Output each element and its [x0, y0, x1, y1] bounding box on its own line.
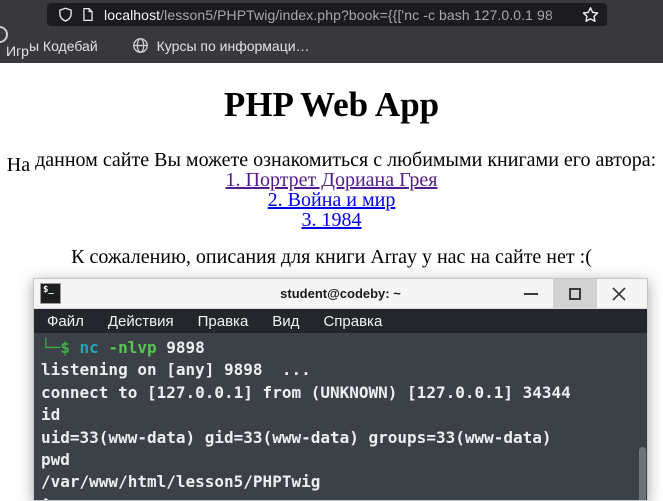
prompt-symbol: └─$	[41, 338, 80, 357]
bookmark-label-part1: Игр	[6, 42, 29, 59]
terminal-scrollbar[interactable]	[639, 447, 646, 500]
star-icon	[582, 7, 599, 23]
bookmark-item-kodeby[interactable]: Игры Кодебай	[6, 37, 98, 59]
menu-view[interactable]: Вид	[272, 313, 299, 330]
book-link-2[interactable]: 2. Война и мир	[268, 189, 396, 211]
book-link-line: 3. 1984	[0, 210, 663, 230]
terminal-menubar: Файл Действия Правка Вид Справка	[34, 309, 647, 333]
terminal-output-line: pwd	[41, 450, 70, 470]
url-domain: localhost	[104, 6, 161, 23]
not-found-message: К сожалению, описания для книги Array у …	[71, 246, 592, 268]
menu-edit[interactable]: Правка	[198, 313, 249, 330]
terminal-output-line: Ac	[41, 494, 647, 500]
intro-rest: данном сайте Вы можете ознакомиться с лю…	[30, 149, 657, 171]
url-text[interactable]: localhost/lesson5/PHPTwig/index.php?book…	[104, 6, 576, 23]
close-icon	[612, 286, 626, 301]
bookmarks-bar: Игры Кодебай Курсы по информаци…	[0, 28, 663, 63]
book-link-line: 1. Портрет Дориана Грея	[0, 170, 663, 190]
globe-icon	[132, 38, 148, 53]
terminal-prompt-line: └─$ nc -nlvp 9898	[41, 337, 647, 359]
screen: localhost/lesson5/PHPTwig/index.php?book…	[0, 0, 663, 501]
terminal-output-line: connect to [127.0.0.1] from (UNKNOWN) [1…	[41, 382, 571, 402]
close-button[interactable]	[597, 279, 641, 308]
address-bar[interactable]: localhost/lesson5/PHPTwig/index.php?book…	[47, 3, 607, 26]
terminal-output-line: id	[41, 405, 61, 425]
terminal-window: $_ student@codeby: ~ Файл Действия Правк…	[33, 278, 648, 501]
book-link-line: 2. Война и мир	[0, 190, 663, 210]
terminal-output-line: /var/www/html/lesson5/PHPTwig	[41, 472, 321, 492]
command-nc: nc	[79, 338, 109, 357]
command-flags: -nlvp	[108, 338, 167, 357]
page-title: PHP Web App	[223, 85, 440, 124]
intro-first-word: На	[6, 154, 31, 176]
terminal-output-line: uid=33(www-data) gid=33(www-data) groups…	[41, 427, 552, 447]
minimize-icon	[524, 292, 538, 295]
terminal-output-line: listening on [any] 9898 ...	[41, 360, 311, 380]
shield-icon[interactable]	[58, 6, 73, 23]
page-icon[interactable]	[81, 6, 95, 23]
window-controls	[509, 279, 647, 308]
menu-help[interactable]: Справка	[323, 313, 382, 330]
terminal-output[interactable]: └─$ nc -nlvp 9898 listening on [any] 989…	[34, 333, 647, 500]
command-port: 9898	[166, 338, 205, 357]
terminal-titlebar[interactable]: $_ student@codeby: ~	[34, 279, 647, 309]
maximize-icon	[569, 287, 581, 300]
url-path: /lesson5/PHPTwig/index.php?book={{['nc -…	[160, 6, 553, 23]
book-link-3[interactable]: 3. 1984	[302, 209, 362, 231]
terminal-app-icon: $_	[40, 283, 61, 304]
maximize-button[interactable]	[553, 279, 597, 308]
url-fade	[548, 6, 576, 23]
bookmark-star-button[interactable]	[582, 6, 599, 23]
menu-file[interactable]: Файл	[47, 313, 84, 330]
browser-toolbar: localhost/lesson5/PHPTwig/index.php?book…	[0, 0, 663, 63]
web-page: PHP Web App На данном сайте Вы можете оз…	[0, 63, 663, 267]
minimize-button[interactable]	[509, 279, 553, 308]
bookmark-label-part2: ы Кодебай	[28, 37, 98, 54]
book-link-1[interactable]: 1. Портрет Дориана Грея	[226, 169, 438, 191]
bookmark-item-courses[interactable]: Курсы по информаци…	[132, 37, 310, 54]
bookmark-label: Курсы по информаци…	[156, 37, 310, 54]
intro-text: На данном сайте Вы можете ознакомиться с…	[0, 149, 663, 175]
menu-actions[interactable]: Действия	[108, 313, 174, 330]
